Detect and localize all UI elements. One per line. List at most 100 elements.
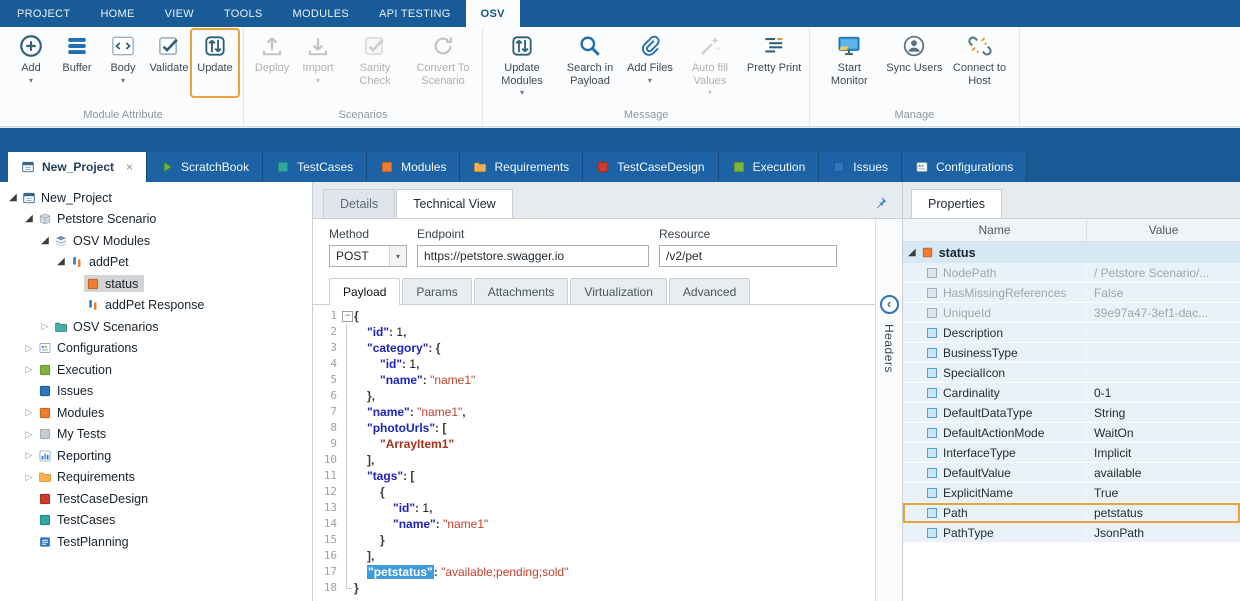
property-row-interfacetype[interactable]: InterfaceTypeImplicit (903, 443, 1240, 463)
expander-open-icon[interactable]: ◢ (6, 193, 20, 203)
tree-item-execution[interactable]: ▷Execution (0, 359, 312, 381)
menu-item-api-testing[interactable]: API TESTING (364, 0, 466, 27)
tree-item-modules[interactable]: ▷Modules (0, 402, 312, 424)
expander-closed-icon[interactable]: ▷ (22, 365, 36, 374)
expander-closed-icon[interactable]: ▷ (22, 408, 36, 417)
code-editor[interactable]: 1{2"id": 1,3"category": {4"id": 1,5"name… (313, 305, 875, 601)
code-line[interactable]: 8"photoUrls": [ (313, 420, 875, 436)
menu-item-view[interactable]: VIEW (150, 0, 209, 27)
tree-item-testplanning[interactable]: TestPlanning (0, 531, 312, 553)
property-row-defaultactionmode[interactable]: DefaultActionModeWaitOn (903, 423, 1240, 443)
tree-item-new-project[interactable]: ◢New_Project (0, 187, 312, 209)
tree-item-issues[interactable]: Issues (0, 381, 312, 403)
resource-input[interactable] (659, 245, 837, 267)
tree-item-reporting[interactable]: ▷Reporting (0, 445, 312, 467)
tree-item-testcasedesign[interactable]: TestCaseDesign (0, 488, 312, 510)
code-line[interactable]: 15} (313, 532, 875, 548)
code-line[interactable]: 14"name": "name1" (313, 516, 875, 532)
add-button[interactable]: Add▾ (8, 30, 54, 96)
tree-item-testcases[interactable]: TestCases (0, 510, 312, 532)
tab-attachments[interactable]: Attachments (474, 278, 569, 304)
tab-requirements[interactable]: Requirements (460, 152, 583, 182)
tab-modules[interactable]: Modules (367, 152, 460, 182)
menu-item-project[interactable]: PROJECT (2, 0, 85, 27)
property-row-businesstype[interactable]: BusinessType (903, 343, 1240, 363)
code-line[interactable]: 11"tags": [ (313, 468, 875, 484)
tab-testcases[interactable]: TestCases (263, 152, 367, 182)
tab-issues[interactable]: Issues (819, 152, 902, 182)
code-line[interactable]: 6}, (313, 388, 875, 404)
expander-closed-icon[interactable]: ▷ (22, 451, 36, 460)
tab-testcasedesign[interactable]: TestCaseDesign (583, 152, 718, 182)
code-line[interactable]: 16], (313, 548, 875, 564)
tree-item-configurations[interactable]: ▷Configurations (0, 338, 312, 360)
search-in-payload-button[interactable]: Search in Payload (556, 30, 624, 96)
expander-closed-icon[interactable]: ▷ (22, 430, 36, 439)
add-files-button[interactable]: Add Files▾ (624, 30, 676, 96)
code-line[interactable]: 13"id": 1, (313, 500, 875, 516)
code-line[interactable]: 9"ArrayItem1" (313, 436, 875, 452)
property-root-row[interactable]: ◢ status (903, 242, 1240, 263)
code-line[interactable]: 10], (313, 452, 875, 468)
expander-open-icon[interactable]: ◢ (38, 236, 52, 246)
property-row-defaultvalue[interactable]: DefaultValueavailable (903, 463, 1240, 483)
property-row-nodepath[interactable]: NodePath/ Petstore Scenario/... (903, 263, 1240, 283)
tree-item-addpet[interactable]: ◢addPet (0, 252, 312, 274)
property-row-defaultdatatype[interactable]: DefaultDataTypeString (903, 403, 1240, 423)
property-row-explicitname[interactable]: ExplicitNameTrue (903, 483, 1240, 503)
import-button[interactable]: Import▾ (295, 30, 341, 96)
tab-technical-view[interactable]: Technical View (396, 189, 512, 218)
property-row-description[interactable]: Description (903, 323, 1240, 343)
start-monitor-button[interactable]: Start Monitor (815, 30, 883, 96)
menu-item-modules[interactable]: MODULES (278, 0, 365, 27)
chevron-down-icon[interactable]: ▾ (389, 246, 406, 266)
tree-item-addpet-response[interactable]: addPet Response (0, 295, 312, 317)
tab-new-project[interactable]: New_Project× (8, 152, 147, 182)
close-icon[interactable]: × (126, 160, 133, 174)
code-line[interactable]: 7"name": "name1", (313, 404, 875, 420)
menu-item-osv[interactable]: OSV (466, 0, 520, 27)
expander-open-icon[interactable]: ◢ (22, 214, 36, 224)
convert-to-scenario-button[interactable]: Convert To Scenario (409, 30, 477, 96)
tab-properties[interactable]: Properties (911, 189, 1002, 218)
deploy-button[interactable]: Deploy (249, 30, 295, 96)
tab-advanced[interactable]: Advanced (669, 278, 750, 304)
expander-open-icon[interactable]: ◢ (54, 257, 68, 267)
menu-item-tools[interactable]: TOOLS (209, 0, 278, 27)
property-row-specialicon[interactable]: SpecialIcon (903, 363, 1240, 383)
tab-scratchbook[interactable]: ScratchBook (147, 152, 263, 182)
collapse-panel-icon[interactable]: ‹ (880, 295, 899, 314)
property-row-path[interactable]: Pathpetstatus (903, 503, 1240, 523)
pretty-print-button[interactable]: Pretty Print (744, 30, 804, 96)
tree-item-osv-scenarios[interactable]: ▷OSV Scenarios (0, 316, 312, 338)
connect-to-host-button[interactable]: Connect to Host (946, 30, 1014, 96)
tab-details[interactable]: Details (323, 189, 395, 218)
property-row-pathtype[interactable]: PathTypeJsonPath (903, 523, 1240, 543)
property-row-hasmissingreferences[interactable]: HasMissingReferencesFalse (903, 283, 1240, 303)
tab-execution[interactable]: Execution (719, 152, 820, 182)
headers-tab[interactable]: Headers (882, 324, 896, 373)
validate-button[interactable]: Validate (146, 30, 192, 96)
property-row-uniqueid[interactable]: UniqueId39e97a47-3ef1-dac... (903, 303, 1240, 323)
code-line[interactable]: 18} (313, 580, 875, 596)
pin-icon[interactable] (873, 195, 888, 210)
code-line[interactable]: 3"category": { (313, 340, 875, 356)
tab-configurations[interactable]: Configurations (902, 152, 1027, 182)
tree-item-requirements[interactable]: ▷Requirements (0, 467, 312, 489)
expander-closed-icon[interactable]: ▷ (22, 344, 36, 353)
code-line[interactable]: 5"name": "name1" (313, 372, 875, 388)
expander-closed-icon[interactable]: ▷ (22, 473, 36, 482)
body-button[interactable]: Body▾ (100, 30, 146, 96)
property-row-cardinality[interactable]: Cardinality0-1 (903, 383, 1240, 403)
code-line[interactable]: 17"petstatus": "available;pending;sold" (313, 564, 875, 580)
endpoint-input[interactable] (417, 245, 649, 267)
update-button[interactable]: Update (192, 30, 238, 96)
expander-open-icon[interactable]: ◢ (908, 248, 916, 258)
tab-payload[interactable]: Payload (329, 278, 400, 304)
tree-item-petstore-scenario[interactable]: ◢Petstore Scenario (0, 209, 312, 231)
tree-item-my-tests[interactable]: ▷My Tests (0, 424, 312, 446)
code-line[interactable]: 4"id": 1, (313, 356, 875, 372)
method-select[interactable]: POST ▾ (329, 245, 407, 267)
auto-fill-values-button[interactable]: Auto fill Values▾ (676, 30, 744, 99)
menu-item-home[interactable]: HOME (85, 0, 149, 27)
